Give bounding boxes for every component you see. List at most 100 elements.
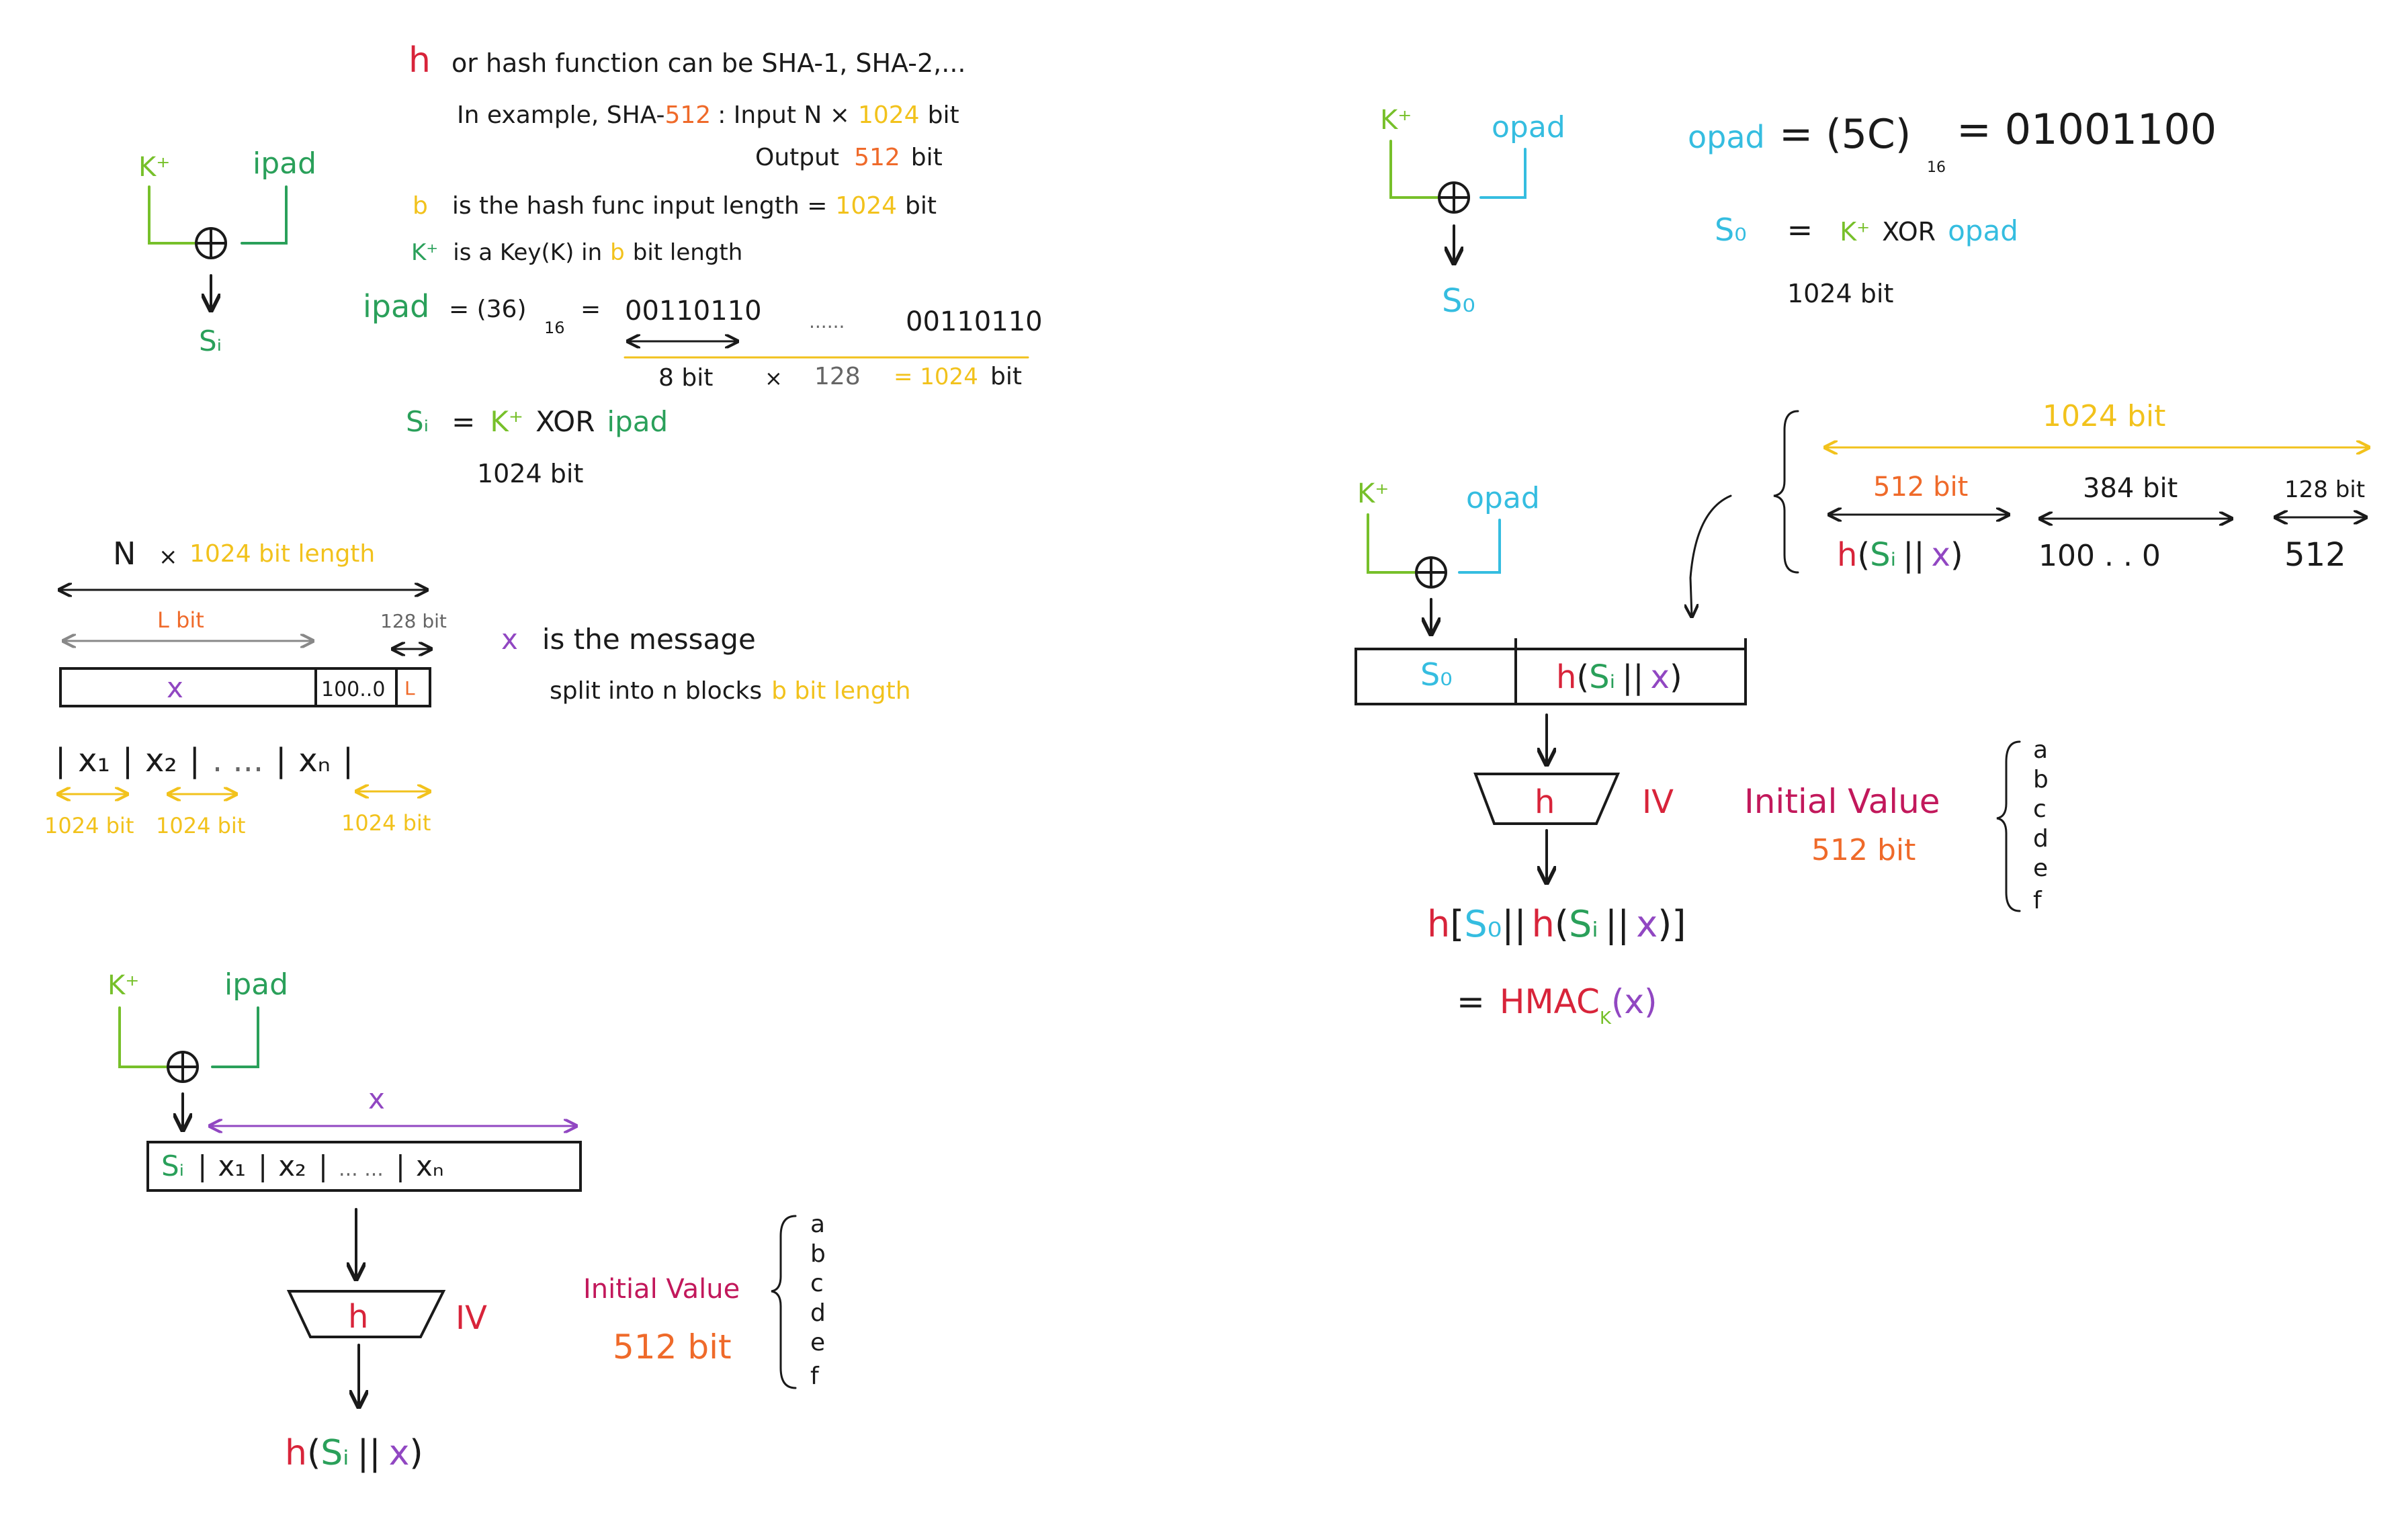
register-c: c [2033,795,2047,823]
layout-brace [1773,410,1799,574]
ipad-label: ipad [363,288,429,324]
opad-label: opad [1492,110,1565,144]
ipad-128: 128 [814,363,861,390]
n-length: 1024 bit length [189,540,375,568]
si-length: 1024 bit [477,459,583,488]
n-times: × [159,544,178,570]
hmac-result: = HMACK(x) [1457,982,1658,1029]
ipad-equals: = (36) [449,296,527,323]
hash-length: 512 bit [1873,472,1968,503]
msg-length-field: 128 bit [2284,476,2365,503]
hash-h: h [348,1298,368,1336]
outer-initial-value-size: 512 bit [1811,833,1916,867]
register-a: a [2033,736,2048,764]
block2-length: 1024 bit [156,813,245,838]
outer-so: S₀ [1420,656,1453,693]
ipad-equals-2: = [580,296,601,323]
initial-value-label: Initial Value [583,1274,740,1305]
so-length: 1024 bit [1787,279,1893,308]
so-output-label: S₀ [1442,282,1475,320]
ipad-label: ipad [253,146,316,181]
opad-label: opad [1466,481,1540,515]
input-bar-cells: Sᵢ | x₁ | x₂ |... ... | xₙ [161,1149,444,1182]
outer-input-bar [1354,648,1747,705]
opad-subscript: 16 [1927,159,1946,176]
iv-label: IV [456,1299,487,1337]
h-symbol: h [408,40,431,81]
register-f: f [2033,887,2042,914]
padding-length: 384 bit [2083,473,2178,504]
block1-length: 1024 bit [44,813,134,838]
k-line [148,185,196,245]
register-list: a b c d e f [810,1211,826,1390]
register-a: a [810,1211,825,1238]
ipad-dots: ...... [809,310,845,333]
final-hash-expression: h[S₀|| h(Sᵢ || x)] [1427,903,1686,945]
x-span-label: x [368,1082,385,1115]
layout-curve-arrow [1690,494,1732,617]
ipad-line [241,185,288,245]
message-description: x is the message [501,623,756,656]
k-line [1389,140,1439,199]
register-brace [771,1215,797,1389]
output-label: Output 512 bit [755,144,943,171]
hmac-diagram: h or hash function can be SHA-1, SHA-2,.… [44,40,2408,1473]
outer-register-brace [1996,740,2021,912]
message-split-description: split into n blocks b bit length [550,677,911,705]
si-output-label: Sᵢ [199,324,222,357]
si-definition: Sᵢ = K⁺ XOR ipad [406,405,668,438]
xor-opad-diagram: K⁺ opad S₀ [1380,105,1565,320]
opad-equals: = (5C) [1779,111,1911,158]
register-c: c [810,1270,824,1297]
ipad-binary-2: 00110110 [906,306,1043,337]
blocks-row: | x₁ | x₂ |. ... | xₙ | [55,742,353,779]
k-definition: K⁺ is a Key(K) in b bit length [411,239,742,266]
inner-hash-field: h(Sᵢ || x) [1837,536,1963,574]
register-f: f [810,1362,820,1390]
k-plus-label: K⁺ [1357,478,1389,509]
outer-initial-value: Initial Value [1744,782,1940,821]
b-definition: b is the hash func input length = 1024 bit [413,192,937,220]
k-line [1367,513,1416,574]
register-e: e [2033,855,2048,882]
ipad-label: ipad [224,967,288,1002]
block3-length: 1024 bit [341,810,431,836]
ipad-subscript: 16 [544,318,565,337]
padding-field: 100 . . 0 [2038,539,2161,573]
h-description: or hash function can be SHA-1, SHA-2,... [452,48,965,78]
opad-binary: = 01001100 [1956,105,2217,154]
register-e: e [810,1329,825,1356]
outer-register-list: a b c d e f [2033,736,2049,914]
opad-line [1458,519,1501,574]
k-plus-label: K⁺ [1380,105,1412,136]
padding-bits: 100..0 [321,678,385,701]
length-field: 512 [2284,536,2346,574]
k-plus-label: K⁺ [108,970,139,1001]
k-line [118,1006,168,1068]
ipad-times: × [765,365,783,391]
total-length: 1024 bit [2042,399,2165,433]
length-l: L [404,677,415,699]
register-b: b [810,1240,826,1268]
example-label: In example, SHA-512: Input N × 1024 bit [457,101,959,129]
register-d: d [2033,825,2049,853]
outer-iv-label: IV [1642,783,1674,821]
inner-hash-diagram: K⁺ ipad x Sᵢ | x₁ | x₂ |... ... | xₙ h IV Initi… [108,967,826,1473]
ipad-8bit: 8 bit [658,364,713,392]
xor-ipad-diagram: K⁺ ipad Sᵢ [138,146,316,357]
message-x: x [167,671,183,704]
ipad-line [211,1006,259,1068]
outer-hash-diagram: K⁺ opad 1024 bit 512 bit 384 bit 128 bit… [1354,399,2369,1029]
opad-label: opad [1688,119,1765,155]
register-b: b [2033,766,2049,793]
opad-definition: opad = (5C) 16 = 01001100 S₀ = K⁺ XOR opad 1… [1688,105,2217,308]
ipad-binary: 00110110 [625,296,762,327]
inner-hash-result: h(Sᵢ || x) [285,1433,423,1473]
outer-inner-hash: h(Sᵢ || x) [1556,658,1682,696]
ipad-bit: bit [990,363,1022,390]
n-label: N [113,535,136,572]
definitions-notes: h or hash function can be SHA-1, SHA-2,.… [363,40,1043,488]
register-d: d [810,1299,826,1327]
so-definition: S₀ = K⁺ XOR opad [1715,212,2018,248]
initial-value-size: 512 bit [613,1328,732,1366]
